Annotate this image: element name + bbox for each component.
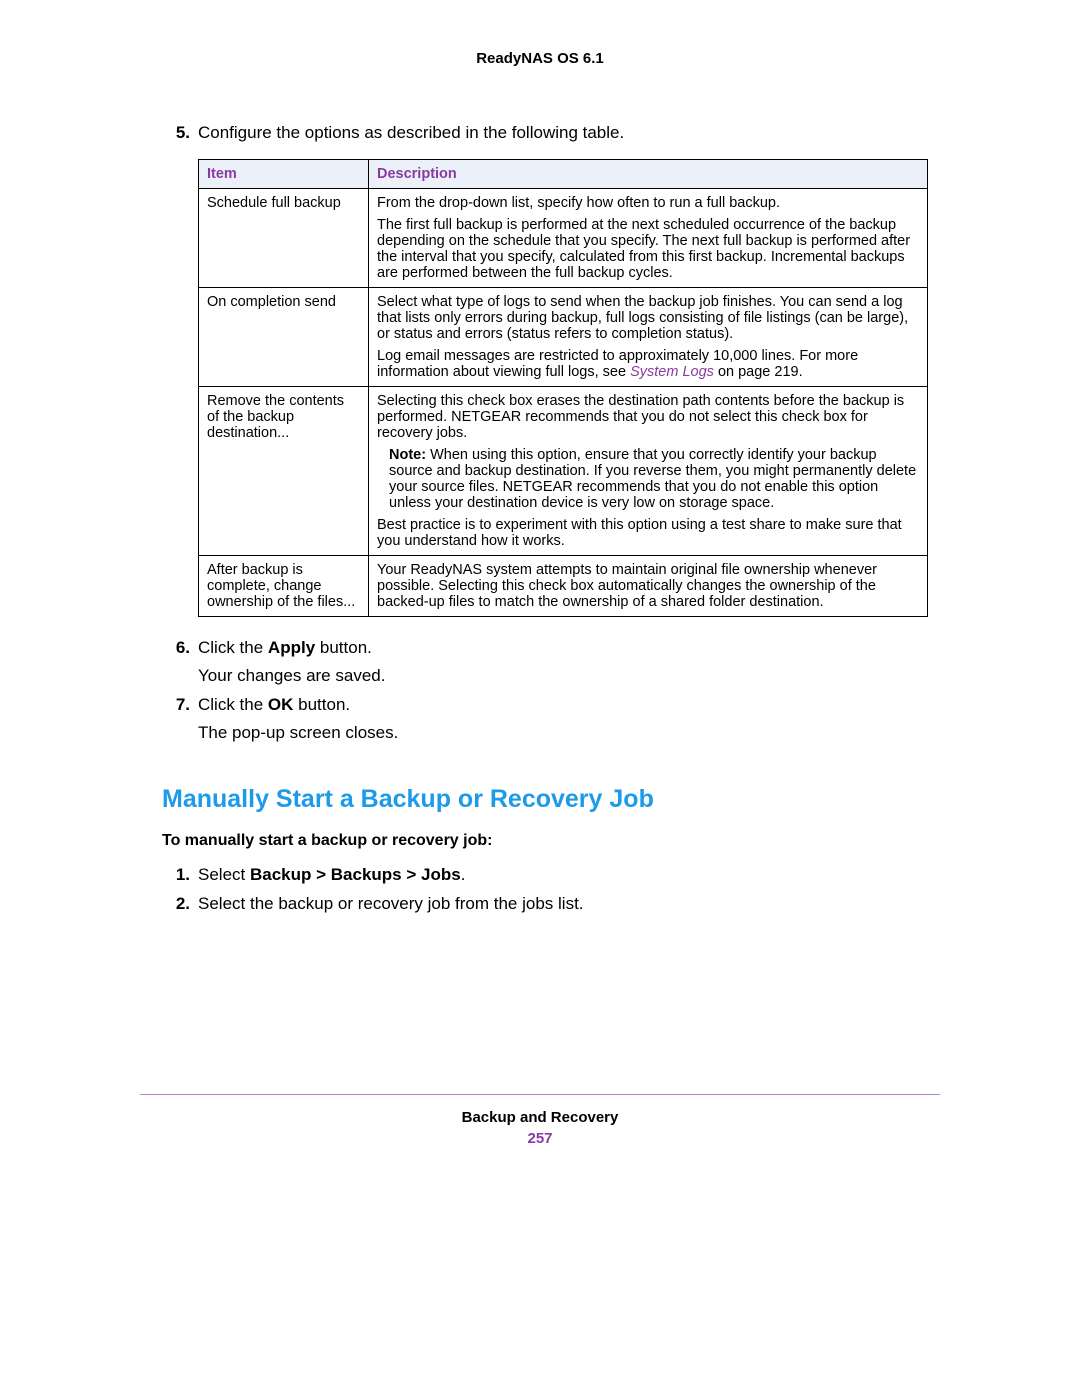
table-header-row: Item Description [199,159,928,188]
document-page: ReadyNAS OS 6.1 5. Configure the options… [0,0,1080,1397]
desc-paragraph: From the drop-down list, specify how oft… [377,195,919,211]
table-row: After backup is complete, change ownersh… [199,555,928,616]
header-product: ReadyNAS OS 6.1 [140,50,940,67]
step-6-number: 6. [140,637,198,660]
step-7-suffix: button. [293,695,350,714]
note-paragraph: Note: When using this option, ensure tha… [377,447,919,511]
section-step-1-suffix: . [461,865,466,884]
section-step-1: 1. Select Backup > Backups > Jobs. [140,864,940,887]
table-header-description: Description [369,159,928,188]
step-7: 7. Click the OK button. [140,694,940,717]
table-row: Schedule full backup From the drop-down … [199,188,928,287]
section-step-2: 2. Select the backup or recovery job fro… [140,893,940,916]
step-6-suffix: button. [315,638,372,657]
table-cell-desc: Select what type of logs to send when th… [369,287,928,386]
step-5-number: 5. [140,122,198,145]
section-heading: Manually Start a Backup or Recovery Job [162,785,940,814]
table-cell-desc: From the drop-down list, specify how oft… [369,188,928,287]
step-7-result: The pop-up screen closes. [198,723,940,743]
desc-paragraph: Your ReadyNAS system attempts to maintai… [377,562,919,610]
section-step-2-number: 2. [140,893,198,916]
step-5: 5. Configure the options as described in… [140,122,940,145]
footer-page-number: 257 [140,1130,940,1147]
step-5-text: Configure the options as described in th… [198,122,940,145]
section-step-2-text: Select the backup or recovery job from t… [198,893,940,916]
step-6: 6. Click the Apply button. [140,637,940,660]
step-7-prefix: Click the [198,695,268,714]
step-7-bold: OK [268,695,294,714]
desc-text: on page 219. [714,364,803,380]
section-step-1-number: 1. [140,864,198,887]
system-logs-link[interactable]: System Logs [630,364,714,380]
desc-paragraph: Select what type of logs to send when th… [377,294,919,342]
desc-paragraph: Best practice is to experiment with this… [377,517,919,549]
step-6-prefix: Click the [198,638,268,657]
footer-chapter: Backup and Recovery [140,1109,940,1126]
footer-divider [140,1094,940,1095]
table-cell-item: After backup is complete, change ownersh… [199,555,369,616]
section-step-1-text: Select Backup > Backups > Jobs. [198,864,940,887]
table-row: On completion send Select what type of l… [199,287,928,386]
table-cell-item: Schedule full backup [199,188,369,287]
options-table: Item Description Schedule full backup Fr… [198,159,928,617]
table-cell-desc: Selecting this check box erases the dest… [369,386,928,555]
section-step-1-prefix: Select [198,865,250,884]
desc-paragraph: The first full backup is performed at th… [377,217,919,281]
table-row: Remove the contents of the backup destin… [199,386,928,555]
section-subhead: To manually start a backup or recovery j… [162,832,940,850]
table-header-item: Item [199,159,369,188]
table-cell-item: Remove the contents of the backup destin… [199,386,369,555]
step-7-number: 7. [140,694,198,717]
table-cell-desc: Your ReadyNAS system attempts to maintai… [369,555,928,616]
desc-paragraph: Log email messages are restricted to app… [377,348,919,380]
note-text: When using this option, ensure that you … [389,447,916,511]
step-6-bold: Apply [268,638,315,657]
desc-paragraph: Selecting this check box erases the dest… [377,393,919,441]
table-cell-item: On completion send [199,287,369,386]
note-label: Note: [389,447,430,463]
step-6-result: Your changes are saved. [198,666,940,686]
step-7-text: Click the OK button. [198,694,940,717]
step-6-text: Click the Apply button. [198,637,940,660]
section-step-1-bold: Backup > Backups > Jobs [250,865,461,884]
